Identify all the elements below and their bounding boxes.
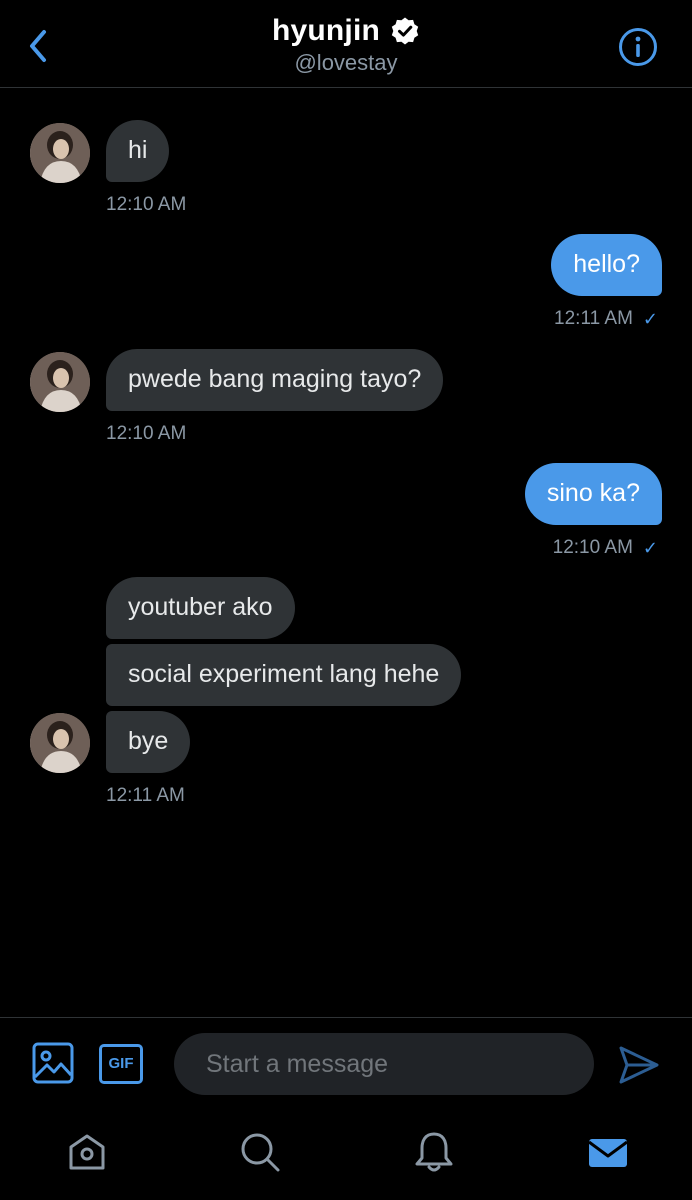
message-bubble-outgoing[interactable]: hello? [551,234,662,296]
contact-avatar[interactable] [30,713,90,773]
message-bubble-incoming[interactable]: youtuber ako [106,577,295,639]
message-timestamp: 12:11 AM [554,308,633,329]
notifications-icon[interactable] [412,1130,456,1174]
read-check-icon: ✓ [642,308,658,329]
message-timestamp: 12:10 AM [552,537,633,558]
gif-button[interactable]: GIF [99,1044,143,1084]
info-icon[interactable] [618,27,658,67]
send-icon[interactable] [618,1045,660,1085]
message-bubble-incoming[interactable]: hi [106,120,170,182]
conversation-header: hyunjin @lovestay [0,0,692,88]
contact-avatar[interactable] [30,352,90,412]
verified-badge-icon [391,17,419,45]
contact-name: hyunjin [271,14,381,47]
messages-icon[interactable] [586,1130,630,1174]
contact-handle: @lovestay [294,50,398,75]
home-icon[interactable] [65,1130,109,1174]
image-icon[interactable] [32,1042,74,1084]
message-bubble-incoming[interactable]: bye [106,711,191,773]
message-bubble-outgoing[interactable]: sino ka? [524,463,662,525]
conversation-title[interactable]: hyunjin @lovestay [0,14,692,76]
read-check-icon: ✓ [642,537,658,558]
search-icon[interactable] [238,1130,282,1174]
contact-avatar[interactable] [30,123,90,183]
message-bubble-incoming[interactable]: pwede bang maging tayo? [106,349,444,411]
message-timestamp-row: 12:11 AM ✓ [554,308,658,330]
message-timestamp: 12:10 AM [106,423,187,444]
message-bubble-incoming[interactable]: social experiment lang hehe [106,644,462,706]
message-composer: GIF [0,1017,692,1112]
message-timestamp-row: 12:10 AM ✓ [553,537,658,559]
message-timestamp: 12:10 AM [106,194,187,215]
bottom-navigation [0,1112,692,1200]
message-input[interactable] [174,1033,594,1095]
message-timestamp: 12:11 AM [106,785,185,806]
